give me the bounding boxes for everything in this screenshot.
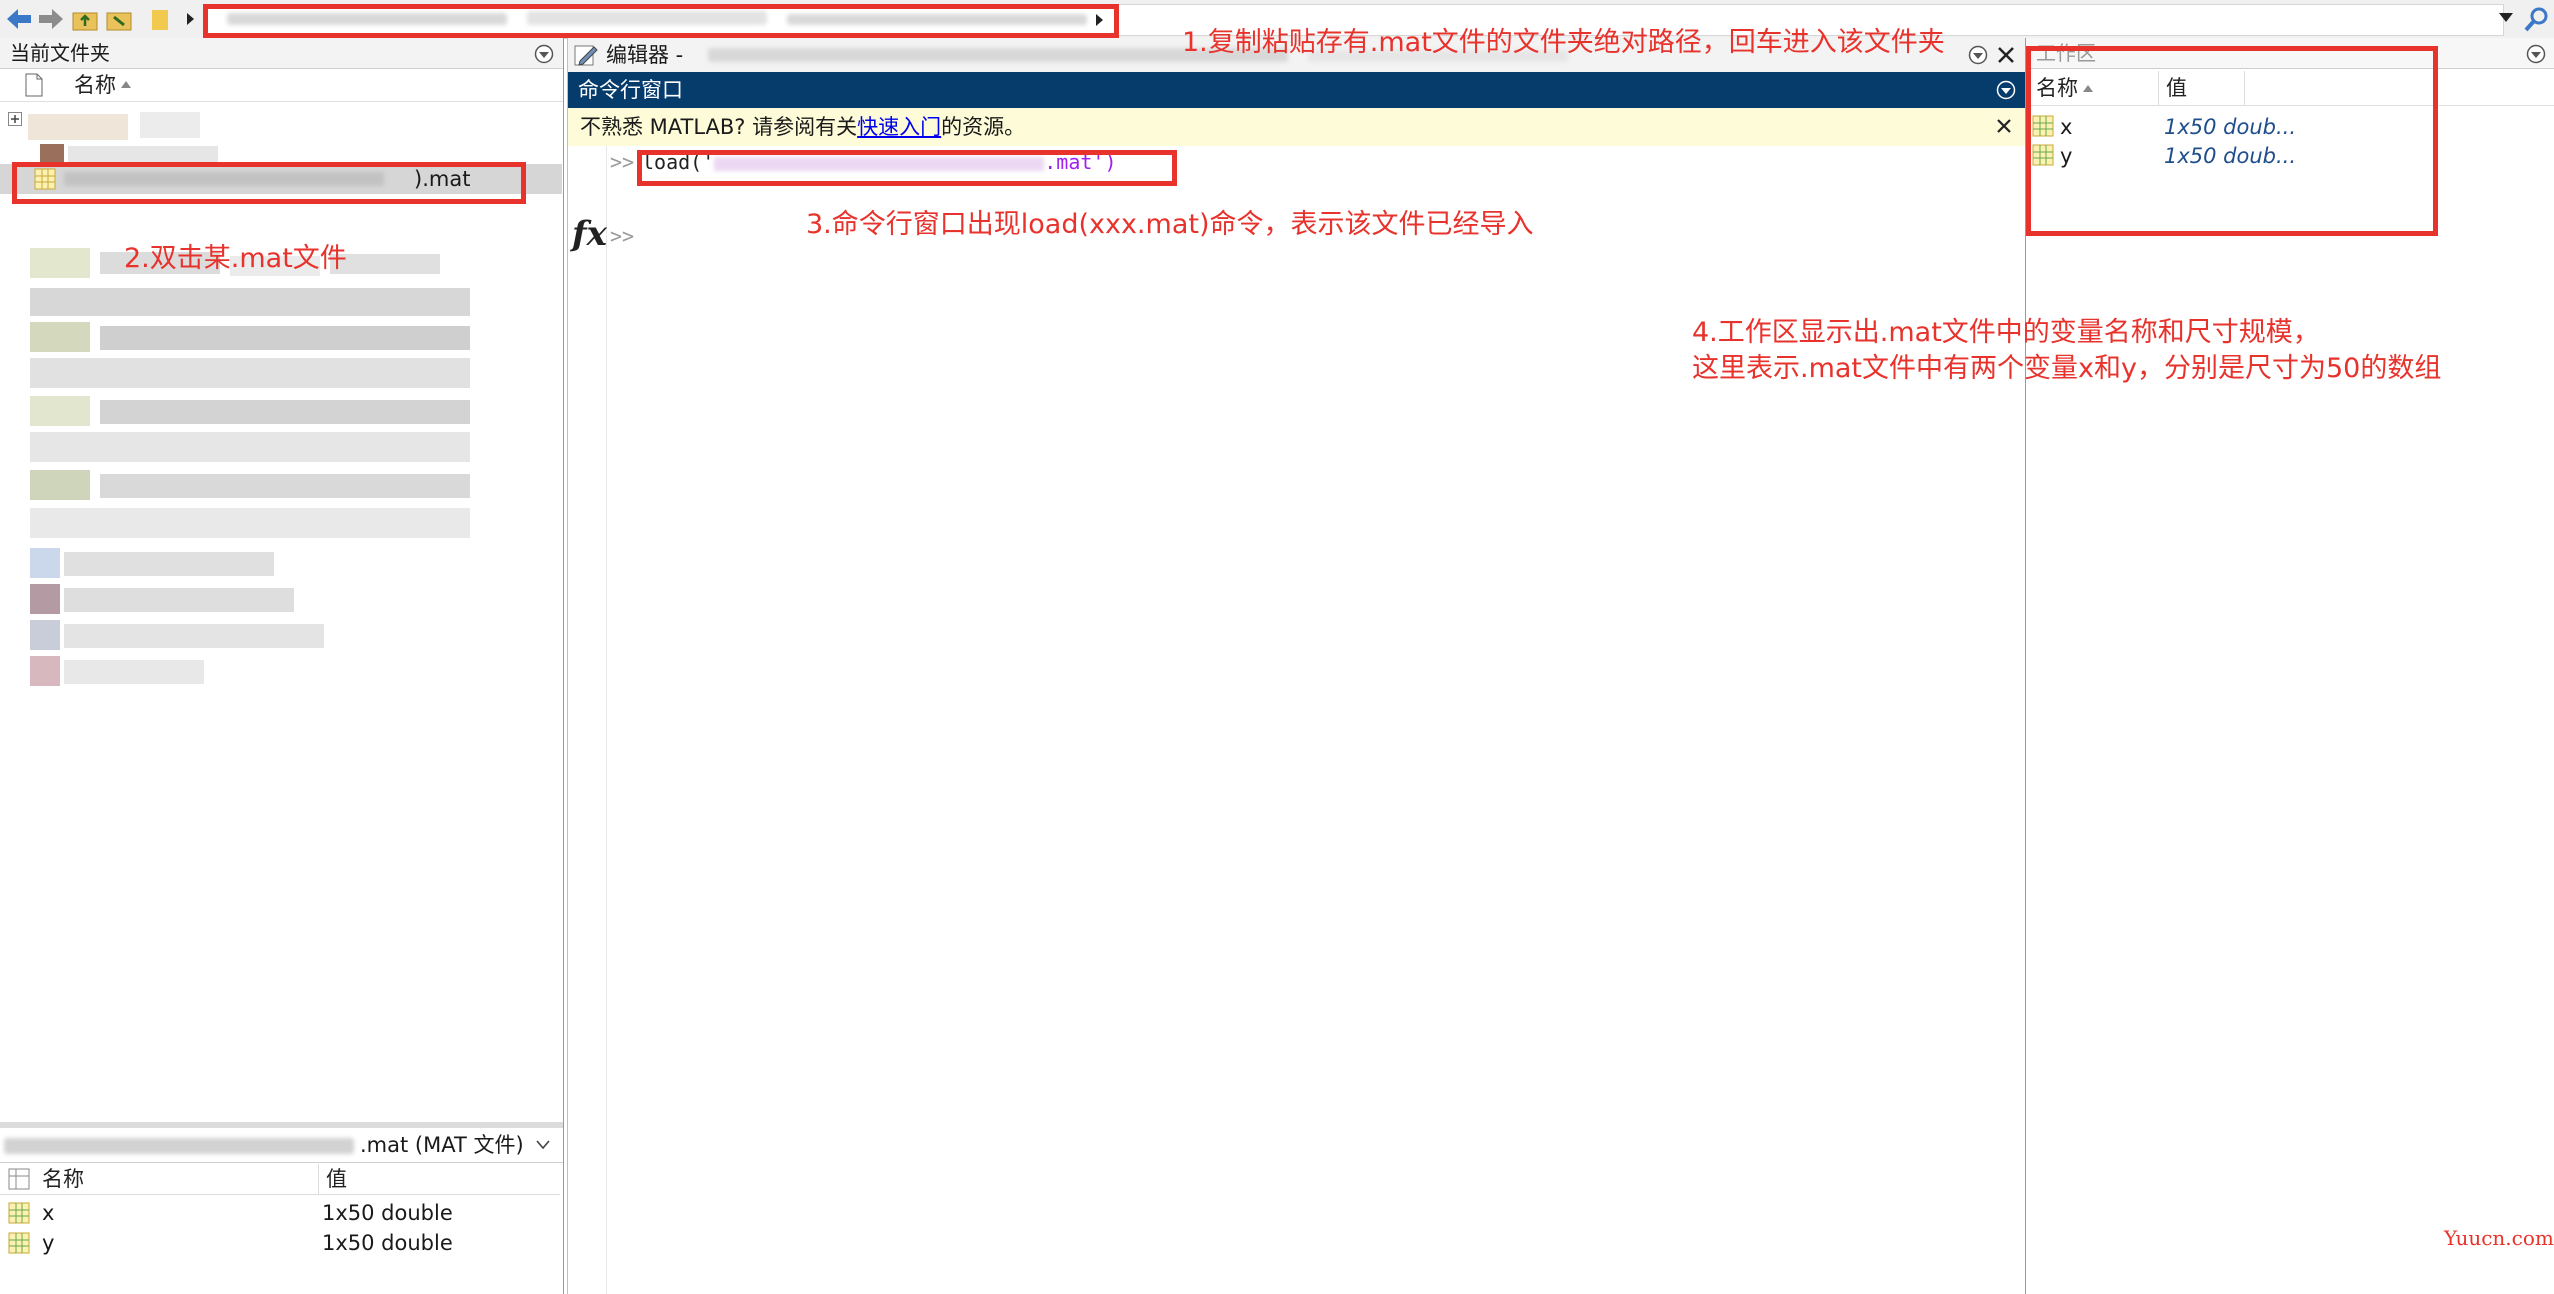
variable-icon [8, 1202, 30, 1224]
details-row-x[interactable]: x 1x50 double [0, 1198, 560, 1228]
command-prompt: >> [610, 224, 635, 248]
details-titlebar: .mat (MAT 文件) [0, 1128, 563, 1163]
watermark: Yuucn.com [2444, 1226, 2554, 1250]
details-name-header[interactable]: 名称 [42, 1164, 84, 1194]
forward-arrow-icon[interactable] [36, 4, 66, 34]
details-var-value: 1x50 double [322, 1201, 453, 1225]
variable-icon [8, 1232, 30, 1254]
details-var-name: y [42, 1231, 55, 1255]
panel-menu-icon[interactable] [2526, 44, 2546, 64]
annotation-step1: 1.复制粘贴存有.mat文件的文件夹绝对路径，回车进入该文件夹 [1182, 27, 1945, 58]
file-type-column-icon [25, 73, 43, 97]
command-window-titlebar: 命令行窗口 [568, 72, 2025, 108]
command-window-title: 命令行窗口 [578, 78, 683, 102]
editor-pencil-icon [574, 45, 598, 66]
annotation-step4-line1: 4.工作区显示出.mat文件中的变量名称和尺寸规模， [1692, 317, 2320, 348]
annotation-box-file [12, 162, 526, 204]
details-table-header: 名称 值 [0, 1164, 560, 1195]
close-icon[interactable] [1997, 46, 2015, 64]
annotation-box-path [203, 4, 1119, 38]
chevron-down-icon[interactable] [536, 1140, 550, 1150]
file-list-header: 名称 [0, 69, 563, 102]
details-title: .mat (MAT 文件) [360, 1133, 524, 1157]
back-arrow-icon[interactable] [4, 4, 34, 34]
dropdown-arrow-icon[interactable] [2498, 12, 2514, 24]
details-table: 名称 值 x 1x50 double y 1x50 double [0, 1164, 560, 1294]
details-value-header[interactable]: 值 [326, 1164, 347, 1194]
search-icon[interactable] [2522, 4, 2552, 34]
getting-started-banner: 不熟悉 MATLAB? 请参阅有关快速入门的资源。 [568, 108, 2025, 147]
current-folder-panel: 当前文件夹 名称).mat .mat (MAT 文件) 名称 值 x 1x50… [0, 38, 564, 1294]
banner-suffix: 的资源。 [941, 115, 1026, 139]
editor-tab-label: 编辑器 - [606, 43, 684, 67]
grid-column-icon [8, 1168, 30, 1190]
annotation-box-workspace [2026, 46, 2438, 236]
details-row-y[interactable]: y 1x50 double [0, 1228, 560, 1258]
command-prompt: >> [610, 150, 635, 174]
annotation-step4-line2: 这里表示.mat文件中有两个变量x和y，分别是尺寸为50的数组 [1692, 353, 2442, 384]
banner-close-icon[interactable] [1996, 118, 2012, 134]
annotation-box-command [637, 150, 1177, 186]
sort-ascending-icon[interactable] [121, 81, 131, 88]
up-folder-icon[interactable] [70, 4, 100, 34]
current-folder-titlebar: 当前文件夹 [0, 38, 563, 69]
annotation-step2: 2.双击某.mat文件 [124, 243, 347, 274]
banner-text: 不熟悉 MATLAB? 请参阅有关 [580, 115, 858, 139]
name-column-header[interactable]: 名称 [74, 70, 116, 100]
annotation-step3: 3.命令行窗口出现load(xxx.mat)命令，表示该文件已经导入 [806, 209, 1534, 240]
command-gutter [568, 146, 607, 1294]
quick-start-link[interactable]: 快速入门 [857, 115, 941, 139]
panel-menu-icon[interactable] [534, 44, 554, 64]
details-var-name: x [42, 1201, 55, 1225]
browse-folder-icon[interactable] [104, 4, 134, 34]
path-chevron-icon[interactable] [186, 12, 196, 26]
details-var-value: 1x50 double [322, 1231, 453, 1255]
folder-icon [152, 10, 168, 30]
panel-title: 当前文件夹 [10, 41, 110, 65]
panel-menu-icon[interactable] [1996, 80, 2016, 100]
panel-menu-icon[interactable] [1968, 45, 1988, 65]
function-browser-icon[interactable]: fx [572, 214, 607, 254]
